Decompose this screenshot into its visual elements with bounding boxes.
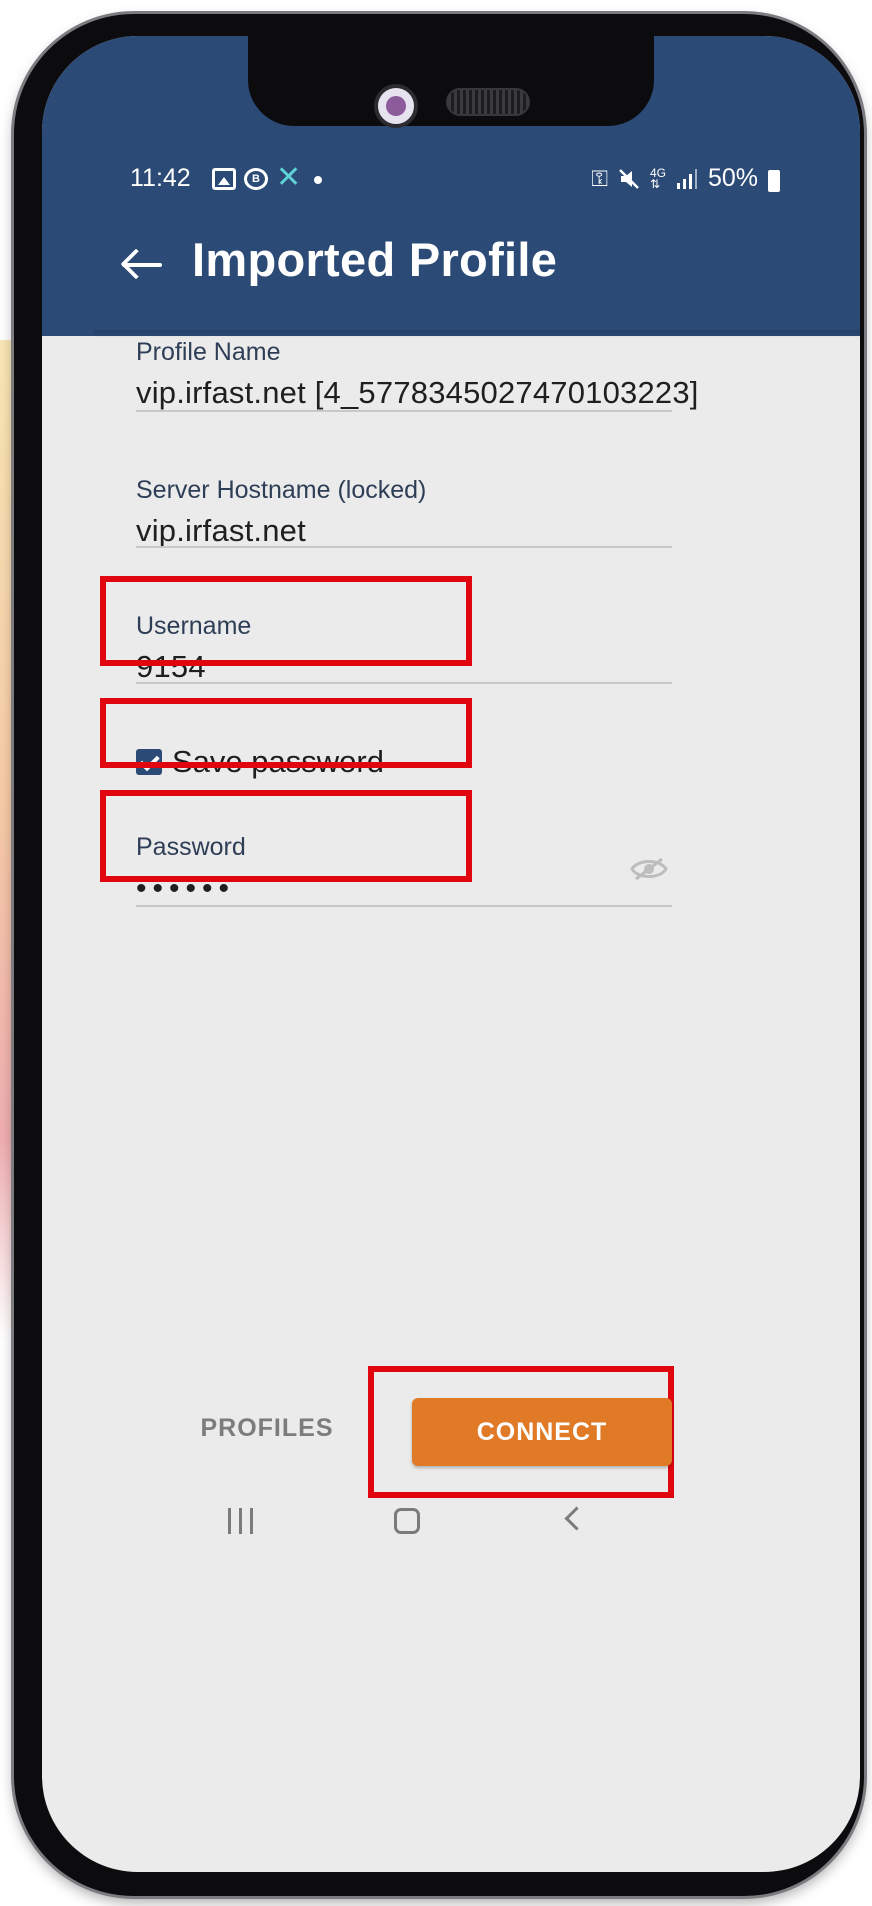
app-screen: 11:42 B ✕ ⚿ 4G ⇅ 50% Imported Profile Pr… — [42, 36, 860, 1872]
signal-icon — [676, 168, 697, 189]
b-badge-icon: B — [244, 168, 268, 190]
front-camera — [374, 84, 418, 128]
highlight-username — [100, 576, 472, 666]
back-arrow-icon[interactable] — [120, 250, 164, 280]
profile-name-underline — [136, 410, 672, 412]
profiles-button[interactable]: PROFILES — [192, 1414, 342, 1443]
recents-icon[interactable] — [228, 1508, 254, 1534]
server-hostname-label: Server Hostname (locked) — [136, 476, 427, 504]
page-title: Imported Profile — [192, 233, 558, 286]
earpiece-speaker — [446, 88, 530, 116]
battery-percent: 50% — [707, 164, 758, 192]
status-bar: 11:42 B ✕ ⚿ 4G ⇅ 50% — [42, 160, 860, 200]
nav-back-icon[interactable] — [564, 1506, 589, 1531]
highlight-password — [100, 790, 472, 882]
mute-icon — [619, 168, 639, 189]
server-hostname-field: Server Hostname (locked) vip.irfast.net — [136, 476, 672, 549]
profile-name-label: Profile Name — [136, 338, 281, 366]
status-right: ⚿ 4G ⇅ 50% — [591, 164, 780, 193]
gallery-icon — [212, 168, 236, 190]
x-icon: ✕ — [276, 161, 302, 194]
server-hostname-underline — [136, 546, 672, 548]
server-hostname-value: vip.irfast.net — [136, 513, 306, 548]
phone-frame: 11:42 B ✕ ⚿ 4G ⇅ 50% Imported Profile Pr… — [14, 14, 864, 1896]
header-shadow — [94, 330, 860, 338]
home-icon[interactable] — [394, 1508, 420, 1534]
eye-off-icon[interactable] — [630, 857, 668, 881]
status-time: 11:42 — [130, 164, 191, 192]
profile-name-input[interactable]: vip.irfast.net [4_5778345027470103223] — [136, 375, 698, 411]
connect-button[interactable]: CONNECT — [412, 1398, 672, 1466]
password-underline — [136, 905, 672, 907]
username-underline — [136, 682, 672, 684]
profile-name-field[interactable]: Profile Name vip.irfast.net [4_577834502… — [136, 338, 698, 412]
dot-icon — [314, 176, 322, 184]
vpn-key-icon: ⚿ — [591, 165, 608, 191]
battery-icon — [768, 169, 780, 192]
highlight-save-password — [100, 698, 472, 768]
4g-icon: 4G ⇅ — [649, 165, 666, 191]
